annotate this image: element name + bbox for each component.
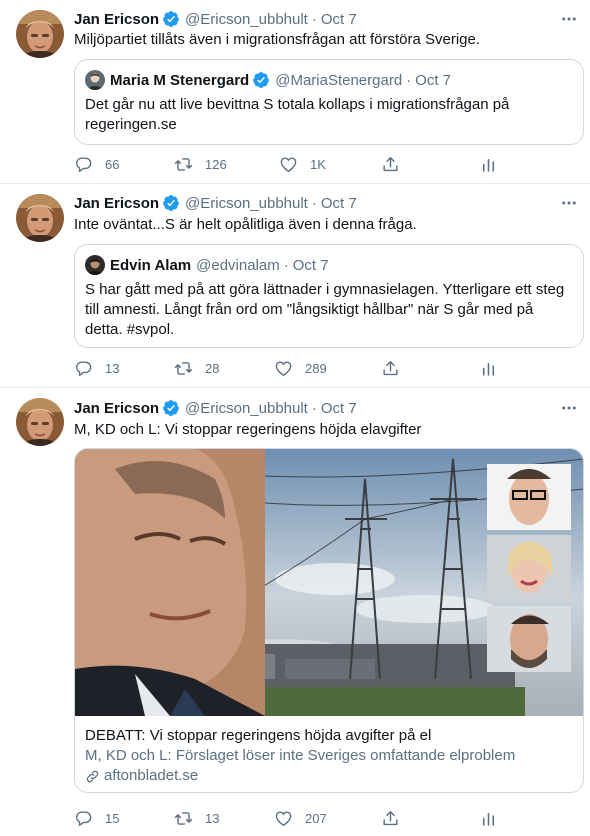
like-count: 1K (310, 156, 326, 172)
tweet-header: Jan Ericson @Ericson_ubbhult · Oct 7 (74, 9, 357, 29)
retweet-icon (174, 809, 193, 828)
quoted-tweet-header: Maria M Stenergard @MariaStenergard · Oc… (85, 70, 451, 90)
quoted-timestamp: Oct 7 (415, 71, 452, 89)
retweet-count: 13 (205, 810, 220, 826)
link-card-domain-text: aftonbladet.se (104, 767, 199, 784)
like-button[interactable]: 207 (274, 808, 327, 828)
more-icon[interactable] (558, 9, 580, 29)
link-card-meta: DEBATT: Vi stoppar regeringens höjda avg… (85, 726, 575, 786)
retweet-count: 28 (205, 360, 220, 376)
quoted-author-name: Maria M Stenergard (110, 71, 250, 89)
share-icon (381, 809, 400, 828)
like-icon (274, 359, 293, 378)
retweet-button[interactable]: 13 (174, 808, 219, 828)
quoted-tweet[interactable]: Maria M Stenergard @MariaStenergard · Oc… (74, 59, 584, 145)
share-button[interactable] (381, 154, 400, 174)
reply-icon (74, 359, 93, 378)
verified-badge-icon (162, 194, 180, 212)
reply-button[interactable]: 15 (74, 808, 119, 828)
like-button[interactable]: 289 (274, 358, 327, 378)
reply-button[interactable]: 13 (74, 358, 119, 378)
verified-badge-icon (252, 71, 270, 89)
author-handle[interactable]: @Ericson_ubbhult (185, 400, 308, 417)
separator-dot: · (283, 256, 289, 274)
analytics-button[interactable] (479, 154, 498, 174)
reply-icon (74, 155, 93, 174)
tweet-actions: 66 126 1K (74, 154, 504, 174)
analytics-icon (479, 359, 498, 378)
quoted-author-handle: @edvinalam (196, 256, 280, 274)
tweet-text: Inte oväntat...S är helt opålitliga även… (74, 216, 417, 233)
timestamp[interactable]: Oct 7 (321, 11, 357, 28)
quoted-tweet[interactable]: Edvin Alam @edvinalam · Oct 7 S har gått… (74, 244, 584, 348)
quoted-tweet-text: S har gått med på att göra lättnader i g… (85, 281, 565, 338)
link-card-domain: aftonbladet.se (85, 766, 575, 786)
avatar[interactable] (16, 10, 64, 58)
like-icon (274, 809, 293, 828)
analytics-icon (479, 155, 498, 174)
quoted-tweet-header: Edvin Alam @edvinalam · Oct 7 (85, 255, 329, 275)
retweet-icon (174, 359, 193, 378)
quoted-avatar (85, 70, 105, 90)
retweet-button[interactable]: 28 (174, 358, 219, 378)
timestamp[interactable]: Oct 7 (321, 400, 357, 417)
retweet-count: 126 (205, 156, 227, 172)
link-card-title: DEBATT: Vi stoppar regeringens höjda avg… (85, 727, 432, 744)
author-handle[interactable]: @Ericson_ubbhult (185, 11, 308, 28)
link-icon (86, 770, 99, 782)
like-icon (279, 155, 298, 174)
more-icon[interactable] (558, 193, 580, 213)
separator-dot: · (311, 194, 317, 212)
author-handle[interactable]: @Ericson_ubbhult (185, 195, 308, 212)
timestamp[interactable]: Oct 7 (321, 195, 357, 212)
quoted-avatar (85, 255, 105, 275)
retweet-button[interactable]: 126 (174, 154, 227, 174)
tweet-text: Miljöpartiet tillåts även i migrationsfr… (74, 31, 481, 48)
tweet-header: Jan Ericson @Ericson_ubbhult · Oct 7 (74, 398, 357, 418)
like-count: 289 (305, 360, 327, 376)
quoted-author-name: Edvin Alam (110, 256, 192, 274)
separator-dot: · (311, 10, 317, 28)
share-button[interactable] (381, 808, 400, 828)
reply-count: 66 (105, 156, 120, 172)
retweet-icon (174, 155, 193, 174)
avatar[interactable] (16, 398, 64, 446)
reply-count: 15 (105, 810, 120, 826)
tweet-2[interactable]: Jan Ericson @Ericson_ubbhult · Oct 7 Int… (0, 184, 590, 388)
verified-badge-icon (162, 399, 180, 417)
analytics-button[interactable] (479, 358, 498, 378)
analytics-icon (479, 809, 498, 828)
share-icon (381, 359, 400, 378)
author-name[interactable]: Jan Ericson (74, 400, 159, 417)
analytics-button[interactable] (479, 808, 498, 828)
reply-button[interactable]: 66 (74, 154, 119, 174)
quoted-tweet-text: Det går nu att live bevittna S totala ko… (85, 96, 510, 133)
tweet-text: M, KD och L: Vi stoppar regeringens höjd… (74, 421, 422, 438)
author-name[interactable]: Jan Ericson (74, 195, 159, 212)
quoted-author-handle: @MariaStenergard (275, 71, 403, 89)
more-icon[interactable] (558, 398, 580, 418)
link-card[interactable]: DEBATT: Vi stoppar regeringens höjda avg… (74, 448, 584, 793)
tweet-actions: 13 28 289 (74, 358, 504, 378)
share-button[interactable] (381, 358, 400, 378)
reply-count: 13 (105, 360, 120, 376)
author-name[interactable]: Jan Ericson (74, 11, 159, 28)
tweet-3[interactable]: Jan Ericson @Ericson_ubbhult · Oct 7 M, … (0, 388, 590, 836)
separator-dot: · (311, 399, 317, 417)
link-card-image (75, 449, 583, 716)
verified-badge-icon (162, 10, 180, 28)
separator-dot: · (406, 71, 412, 89)
reply-icon (74, 809, 93, 828)
quoted-timestamp: Oct 7 (292, 256, 329, 274)
tweet-actions: 15 13 207 (74, 808, 504, 828)
like-button[interactable]: 1K (279, 154, 326, 174)
share-icon (381, 155, 400, 174)
link-card-description: M, KD och L: Förslaget löser inte Sverig… (85, 747, 516, 764)
like-count: 207 (305, 810, 327, 826)
avatar[interactable] (16, 194, 64, 242)
tweet-header: Jan Ericson @Ericson_ubbhult · Oct 7 (74, 193, 357, 213)
tweet-1[interactable]: Jan Ericson @Ericson_ubbhult · Oct 7 Mil… (0, 0, 590, 184)
